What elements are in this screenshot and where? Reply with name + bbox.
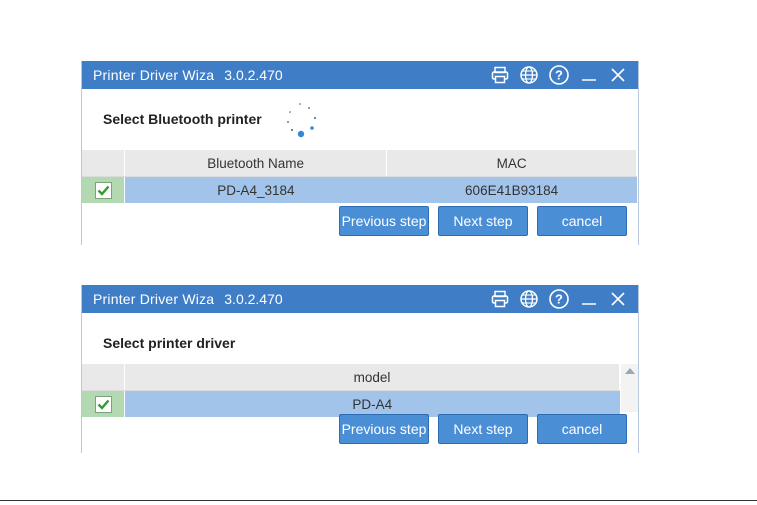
cancel-button[interactable]: cancel <box>537 206 627 236</box>
next-step-button[interactable]: Next step <box>438 414 528 444</box>
previous-step-button[interactable]: Previous step <box>339 206 429 236</box>
app-version: 3.0.2.470 <box>224 67 283 83</box>
column-header: Bluetooth Name <box>124 150 388 177</box>
printer-icon[interactable] <box>490 65 510 85</box>
page-divider <box>0 500 757 501</box>
checkmark-icon <box>97 185 109 196</box>
cancel-button[interactable]: cancel <box>537 414 627 444</box>
title-bar: Printer Driver Wiza 3.0.2.470 ? <box>82 61 638 89</box>
bluetooth-printer-table: Bluetooth Name MAC PD-A4_3184 606E41B931… <box>82 150 637 203</box>
title-bar: Printer Driver Wiza 3.0.2.470 ? <box>82 285 638 313</box>
row-checkbox[interactable] <box>82 176 125 203</box>
minimize-icon[interactable] <box>579 289 599 309</box>
window-title: Printer Driver Wiza <box>93 67 215 83</box>
row-checkbox[interactable] <box>82 390 125 417</box>
help-icon[interactable]: ? <box>548 64 570 86</box>
help-icon[interactable]: ? <box>548 288 570 310</box>
printer-driver-window: Printer Driver Wiza 3.0.2.470 ? Select p… <box>81 285 639 453</box>
column-header: model <box>124 364 620 391</box>
bluetooth-name-cell: PD-A4_3184 <box>124 176 387 203</box>
window-title: Printer Driver Wiza <box>93 291 215 307</box>
checkbox-column-header <box>82 150 125 177</box>
globe-icon[interactable] <box>519 289 539 309</box>
close-icon[interactable] <box>608 289 628 309</box>
loading-spinner-icon <box>287 103 317 138</box>
svg-text:?: ? <box>555 68 563 83</box>
checkbox[interactable] <box>94 395 112 413</box>
next-step-button[interactable]: Next step <box>438 206 528 236</box>
printer-driver-table: model PD-A4 <box>82 364 620 417</box>
previous-step-button[interactable]: Previous step <box>339 414 429 444</box>
page-heading: Select Bluetooth printer <box>103 111 262 127</box>
checkbox-column-header <box>82 364 125 391</box>
table-header: Bluetooth Name MAC <box>82 150 637 177</box>
globe-icon[interactable] <box>519 65 539 85</box>
column-header: MAC <box>386 150 637 177</box>
page-heading: Select printer driver <box>103 335 236 351</box>
checkbox[interactable] <box>94 181 112 199</box>
table-row[interactable]: PD-A4_3184 606E41B93184 <box>82 176 637 203</box>
close-icon[interactable] <box>608 65 628 85</box>
table-header: model <box>82 364 620 391</box>
svg-text:?: ? <box>555 292 563 307</box>
printer-icon[interactable] <box>490 289 510 309</box>
checkmark-icon <box>97 399 109 410</box>
bluetooth-printer-window: Printer Driver Wiza 3.0.2.470 ? Select B… <box>81 61 639 245</box>
scroll-up-arrow-icon[interactable] <box>624 368 635 374</box>
minimize-icon[interactable] <box>579 65 599 85</box>
app-version: 3.0.2.470 <box>224 291 283 307</box>
mac-cell: 606E41B93184 <box>386 176 637 203</box>
vertical-scrollbar[interactable] <box>621 364 638 412</box>
